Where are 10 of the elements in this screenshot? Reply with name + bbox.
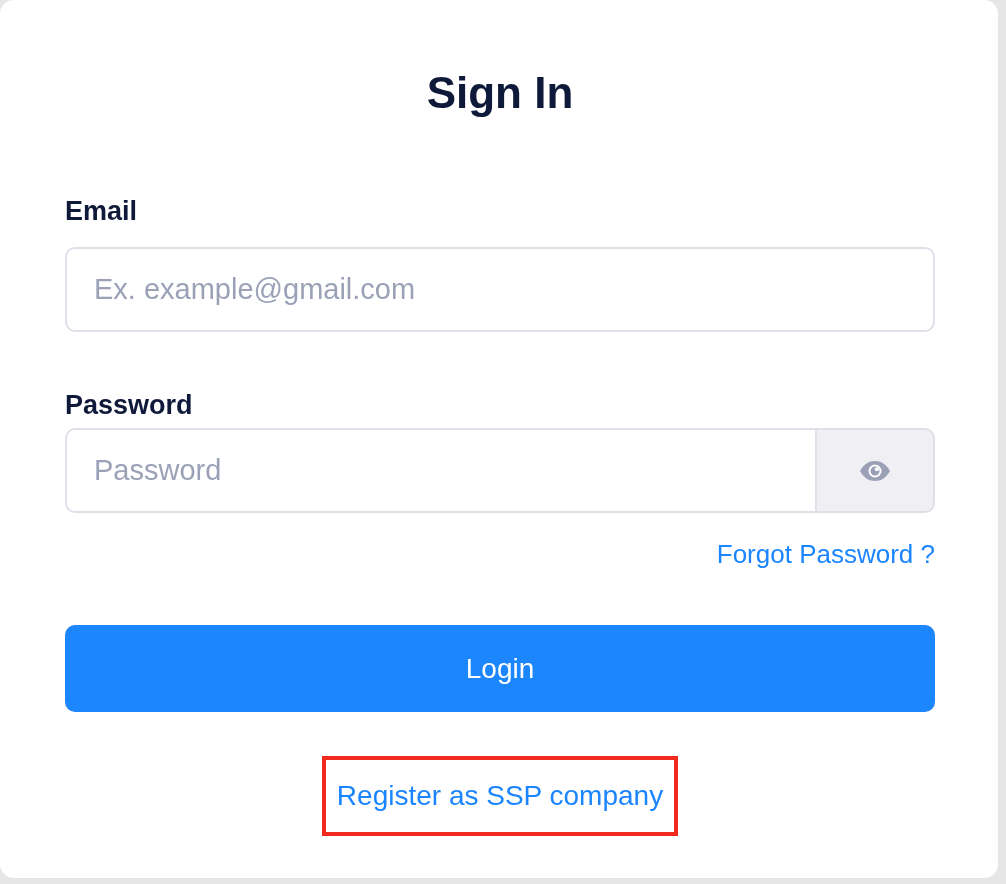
password-field[interactable]: Password	[65, 428, 815, 513]
field-label: Email	[65, 195, 138, 228]
login-button[interactable]: Login	[65, 625, 935, 712]
page-title: Sign In	[426, 67, 574, 119]
show-password-button[interactable]	[815, 428, 935, 513]
forgot-password-link[interactable]: Forgot Password ?	[716, 537, 935, 571]
field-label: Password	[65, 389, 193, 422]
email-field[interactable]: Ex. example@gmail.com	[65, 247, 935, 332]
eye-icon	[860, 460, 890, 481]
register-link[interactable]: Register as SSP company	[336, 778, 664, 814]
